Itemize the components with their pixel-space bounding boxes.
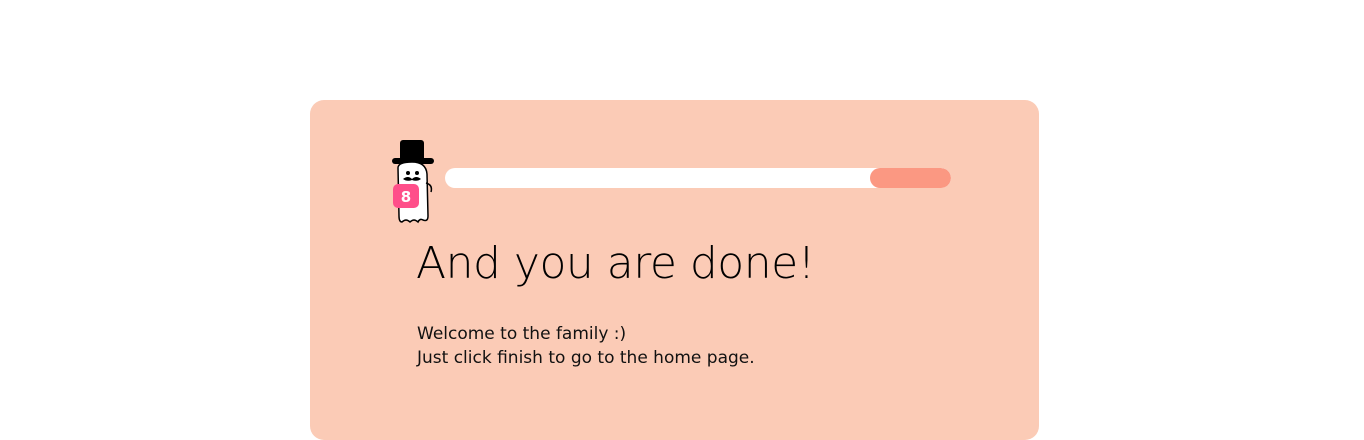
mascot-badge-text: 8	[401, 188, 411, 206]
completion-message: Welcome to the family :) Just click fini…	[417, 322, 755, 370]
onboarding-card: 8 And you are done! Welcome to the famil…	[310, 100, 1039, 440]
onboarding-progress-fill	[870, 168, 951, 188]
top-hat-ghost-mascot-icon: 8	[392, 140, 434, 224]
onboarding-progress-bar	[445, 168, 951, 188]
page-title: And you are done!	[416, 238, 815, 289]
finish-instruction-text: Just click finish to go to the home page…	[417, 348, 755, 368]
welcome-text: Welcome to the family :)	[417, 324, 627, 344]
